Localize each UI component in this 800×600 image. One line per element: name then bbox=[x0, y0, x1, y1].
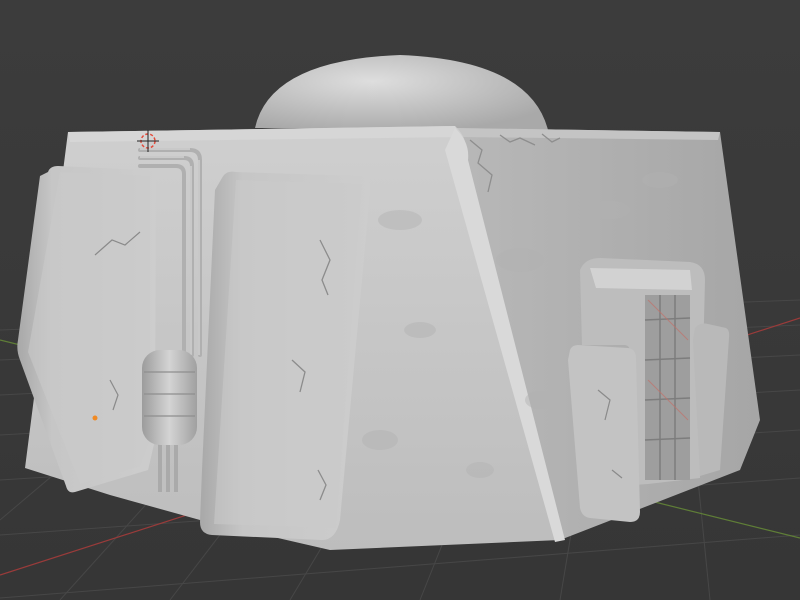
doorway-arch-highlight bbox=[590, 268, 692, 290]
object-origin-icon bbox=[92, 415, 98, 421]
buttress-right-face bbox=[214, 180, 362, 528]
3d-viewport[interactable] bbox=[0, 0, 800, 600]
door-grate[interactable] bbox=[644, 295, 691, 480]
pipe-tank[interactable] bbox=[142, 350, 197, 445]
